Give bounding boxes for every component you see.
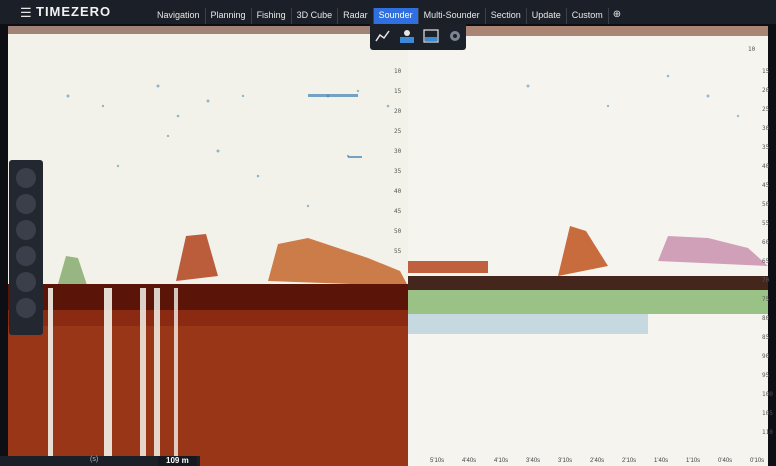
depth-label: 85: [762, 334, 770, 341]
depth-label: 55: [762, 220, 770, 227]
workspace-tabs: Navigation Planning Fishing 3D Cube Rada…: [152, 8, 625, 24]
tab-fishing[interactable]: Fishing: [252, 8, 292, 24]
top-menu-bar: ☰ TIMEZERO Navigation Planning Fishing 3…: [0, 0, 776, 24]
timezero-window: ☰ TIMEZERO Navigation Planning Fishing 3…: [0, 0, 776, 466]
zoom-sounder-icon[interactable]: [422, 27, 440, 45]
time-label: 1'40s: [654, 458, 669, 464]
route-tool-icon[interactable]: [16, 194, 36, 214]
range-readout[interactable]: 109 m: [158, 456, 197, 466]
depth-label: 35: [762, 144, 770, 151]
depth-label: 10: [394, 68, 402, 75]
time-label: 4'40s: [462, 458, 477, 464]
depth-label: 30: [394, 148, 402, 155]
tab-3d-cube[interactable]: 3D Cube: [292, 8, 339, 24]
pencil-tool-icon[interactable]: [16, 168, 36, 188]
depth-label: 55: [394, 248, 402, 255]
depth-label: 60: [762, 239, 770, 246]
depth-label: 95: [762, 372, 770, 379]
sounder-graph-icon[interactable]: [374, 27, 392, 45]
add-workspace-icon[interactable]: ⊕: [609, 8, 625, 24]
depth-label: 25: [762, 106, 770, 113]
depth-label: 80: [762, 315, 770, 322]
depth-label: 45: [762, 182, 770, 189]
depth-label: 65: [762, 258, 770, 265]
time-label: 0'10s: [750, 458, 765, 464]
depth-label: 100: [762, 391, 773, 398]
depth-label: 70: [762, 277, 770, 284]
depth-label: 40: [762, 163, 770, 170]
bottom-lock-icon[interactable]: [398, 27, 416, 45]
depth-label: 10: [748, 46, 756, 53]
event-tool-icon[interactable]: [16, 220, 36, 240]
depth-label: 75: [762, 296, 770, 303]
echogram-right-image: [408, 26, 768, 466]
depth-label: 25: [394, 128, 402, 135]
depth-label: 15: [762, 68, 770, 75]
units-label: (s): [90, 456, 99, 463]
time-label: 4'10s: [494, 458, 509, 464]
depth-label: 105: [762, 410, 773, 417]
tab-section[interactable]: Section: [486, 8, 527, 24]
echogram-left[interactable]: [8, 26, 408, 466]
time-label: 3'40s: [526, 458, 541, 464]
depth-label: 20: [762, 87, 770, 94]
echogram-left-image: [8, 26, 408, 466]
depth-label: 20: [394, 108, 402, 115]
tab-sounder[interactable]: Sounder: [373, 8, 419, 24]
depth-scale-right: 15 20 25 30 35 40 45 50 55 60 65 70 75 8…: [762, 62, 773, 442]
depth-label: 90: [762, 353, 770, 360]
depth-label: 15: [394, 88, 402, 95]
tab-custom[interactable]: Custom: [567, 8, 609, 24]
target-tool-icon[interactable]: [16, 298, 36, 318]
left-tool-palette: [9, 160, 43, 335]
depth-label: 40: [394, 188, 402, 195]
depth-label: 50: [762, 201, 770, 208]
time-axis: 5'10s 4'40s 4'10s 3'40s 3'10s 2'40s 2'10…: [420, 458, 770, 466]
tab-update[interactable]: Update: [527, 8, 567, 24]
depth-label: 35: [394, 168, 402, 175]
mark-tool-icon[interactable]: [16, 246, 36, 266]
time-label: 2'10s: [622, 458, 637, 464]
time-label: 0'40s: [718, 458, 733, 464]
depth-scale-left: 10 15 20 25 30 35 40 45 50 55: [394, 62, 401, 262]
tab-navigation[interactable]: Navigation: [152, 8, 206, 24]
tab-radar[interactable]: Radar: [338, 8, 374, 24]
tab-planning[interactable]: Planning: [206, 8, 252, 24]
tab-multi-sounder[interactable]: Multi-Sounder: [419, 8, 486, 24]
hamburger-menu-icon[interactable]: ☰: [20, 5, 32, 21]
depth-label: 50: [394, 228, 402, 235]
depth-label: 30: [762, 125, 770, 132]
app-brand: TIMEZERO: [36, 4, 112, 19]
sounder-toolbar: [370, 24, 466, 50]
time-label: 3'10s: [558, 458, 573, 464]
time-label: 5'10s: [430, 458, 445, 464]
measure-tool-icon[interactable]: [16, 272, 36, 292]
time-label: 1'10s: [686, 458, 701, 464]
sounder-settings-icon[interactable]: [446, 27, 464, 45]
echogram-right[interactable]: 10: [408, 26, 768, 466]
time-label: 2'40s: [590, 458, 605, 464]
depth-label: 45: [394, 208, 402, 215]
depth-label: 110: [762, 429, 773, 436]
